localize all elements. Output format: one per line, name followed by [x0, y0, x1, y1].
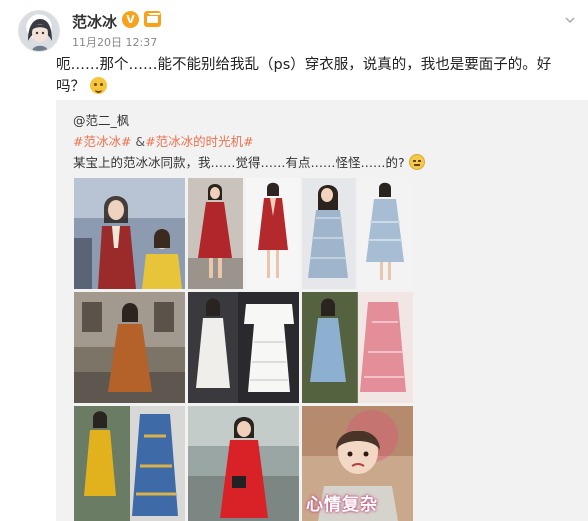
hashtag-link[interactable]: #范冰冰的时光机# — [145, 134, 253, 149]
photo-thumbnail[interactable] — [246, 178, 300, 289]
photo-thumbnail[interactable] — [188, 178, 243, 289]
photo-thumbnail[interactable] — [302, 178, 356, 289]
photo-image — [74, 406, 185, 521]
photo-thumbnail[interactable]: 心情复杂 — [302, 406, 413, 521]
repost-box[interactable]: @范二_枫 #范冰冰# &#范冰冰的时光机# 某宝上的范冰冰同款，我……觉得……… — [56, 100, 588, 521]
photo-image — [188, 406, 299, 521]
photo-image — [246, 178, 300, 289]
photo-thumbnail[interactable] — [74, 178, 185, 289]
repost-text: 某宝上的范冰冰同款，我……觉得……有点……怪怪……的? — [73, 152, 425, 171]
photo-thumbnail[interactable] — [302, 292, 413, 403]
username[interactable]: 范冰冰 — [72, 11, 117, 32]
hashtag-line: #范冰冰# &#范冰冰的时光机# — [73, 131, 254, 150]
laughing-tears-icon — [89, 77, 107, 94]
post-text: 呃……那个……能不能别给我乱（ps）穿衣服，说真的，我也是要面子的。好吗？ — [56, 54, 556, 98]
photo-image — [358, 178, 412, 289]
repost-body: 某宝上的范冰冰同款，我……觉得……有点……怪怪……的? — [73, 155, 405, 170]
hashtag-separator: & — [131, 134, 146, 149]
post-header: 范冰冰 V 11月20日 12:37 — [18, 10, 578, 60]
repost-author[interactable]: @范二_枫 — [73, 110, 129, 129]
avatar[interactable] — [18, 10, 60, 52]
photo-image — [74, 292, 185, 403]
verified-icon: V — [122, 11, 139, 28]
photo-image — [74, 178, 185, 289]
photo-thumbnail[interactable] — [74, 406, 185, 521]
photo-thumbnail[interactable] — [358, 178, 412, 289]
photo-image — [302, 292, 413, 403]
avatar-illustration — [28, 19, 52, 51]
vip-icon — [144, 11, 161, 27]
photo-thumbnail[interactable] — [74, 292, 185, 403]
photo-image — [302, 178, 356, 289]
photo-thumbnail[interactable] — [188, 406, 299, 521]
doge-icon — [408, 154, 425, 170]
photo-image — [188, 178, 243, 289]
photo-image — [188, 292, 299, 403]
photo-thumbnail[interactable] — [188, 292, 299, 403]
hashtag-link[interactable]: #范冰冰# — [73, 134, 131, 149]
timestamp[interactable]: 11月20日 12:37 — [72, 34, 157, 50]
photo-caption: 心情复杂 — [306, 495, 378, 515]
post-body: 呃……那个……能不能别给我乱（ps）穿衣服，说真的，我也是要面子的。好吗？ — [56, 57, 552, 95]
chevron-down-icon[interactable] — [564, 14, 576, 26]
